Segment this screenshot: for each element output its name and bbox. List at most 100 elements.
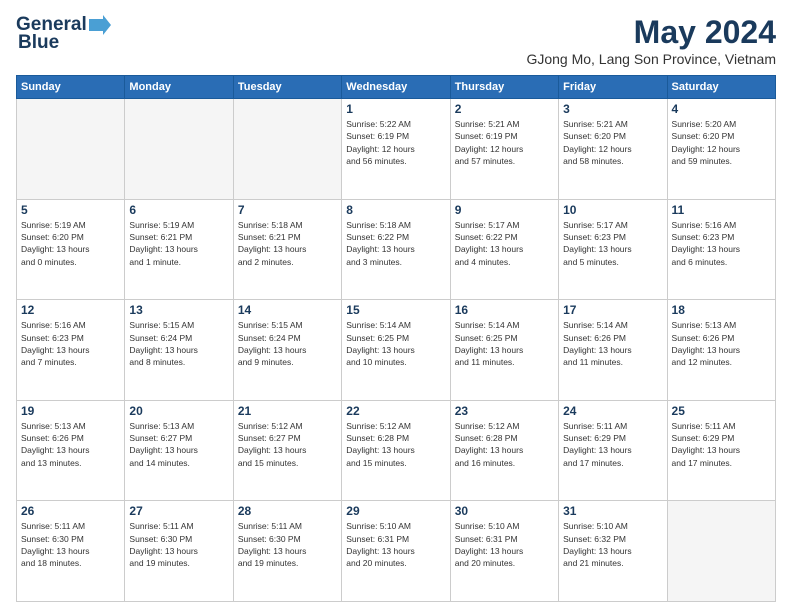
day-number: 8 (346, 203, 445, 217)
day-number: 19 (21, 404, 120, 418)
calendar-cell: 21Sunrise: 5:12 AMSunset: 6:27 PMDayligh… (233, 400, 341, 501)
week-row-3: 12 Sunrise: 5:16 AMSunset: 6:23 PMDayligh… (17, 300, 776, 401)
calendar-cell: 17Sunrise: 5:14 AMSunset: 6:26 PMDayligh… (559, 300, 667, 401)
day-info: Sunrise: 5:17 AMSunset: 6:22 PMDaylight:… (455, 219, 554, 268)
calendar-cell: 16Sunrise: 5:14 AMSunset: 6:25 PMDayligh… (450, 300, 558, 401)
day-number: 2 (455, 102, 554, 116)
day-info: Sunrise: 5:11 AMSunset: 6:29 PMDaylight:… (563, 420, 662, 469)
page: General Blue May 2024 GJong Mo, Lang Son… (0, 0, 792, 612)
calendar-cell (667, 501, 775, 602)
calendar-cell: 10 Sunrise: 5:17 AMSunset: 6:23 PMDayligh… (559, 199, 667, 300)
day-info: Sunrise: 5:13 AMSunset: 6:26 PMDaylight:… (21, 420, 120, 469)
day-number: 23 (455, 404, 554, 418)
day-info: Sunrise: 5:14 AMSunset: 6:25 PMDaylight:… (346, 319, 445, 368)
calendar-cell: 23 Sunrise: 5:12 AMSunset: 6:28 PMDayligh… (450, 400, 558, 501)
day-number: 10 (563, 203, 662, 217)
day-number: 4 (672, 102, 771, 116)
weekday-header-friday: Friday (559, 76, 667, 99)
day-number: 21 (238, 404, 337, 418)
calendar-cell: 26Sunrise: 5:11 AMSunset: 6:30 PMDayligh… (17, 501, 125, 602)
calendar-cell (17, 99, 125, 200)
day-number: 7 (238, 203, 337, 217)
day-info: Sunrise: 5:21 AMSunset: 6:20 PMDaylight:… (563, 118, 662, 167)
day-number: 28 (238, 504, 337, 518)
calendar-cell (233, 99, 341, 200)
day-number: 24 (563, 404, 662, 418)
day-info: Sunrise: 5:16 AMSunset: 6:23 PMDaylight:… (672, 219, 771, 268)
day-info: Sunrise: 5:10 AMSunset: 6:32 PMDaylight:… (563, 520, 662, 569)
day-info: Sunrise: 5:13 AMSunset: 6:27 PMDaylight:… (129, 420, 228, 469)
calendar-cell: 20 Sunrise: 5:13 AMSunset: 6:27 PMDayligh… (125, 400, 233, 501)
weekday-header-row: SundayMondayTuesdayWednesdayThursdayFrid… (17, 76, 776, 99)
calendar-cell: 25Sunrise: 5:11 AMSunset: 6:29 PMDayligh… (667, 400, 775, 501)
calendar-cell: 4 Sunrise: 5:20 AMSunset: 6:20 PMDaylight… (667, 99, 775, 200)
week-row-2: 5Sunrise: 5:19 AMSunset: 6:20 PMDaylight… (17, 199, 776, 300)
day-info: Sunrise: 5:20 AMSunset: 6:20 PMDaylight:… (672, 118, 771, 167)
calendar-cell: 5Sunrise: 5:19 AMSunset: 6:20 PMDaylight… (17, 199, 125, 300)
day-info: Sunrise: 5:10 AMSunset: 6:31 PMDaylight:… (455, 520, 554, 569)
header: General Blue May 2024 GJong Mo, Lang Son… (16, 14, 776, 67)
calendar-cell: 24 Sunrise: 5:11 AMSunset: 6:29 PMDayligh… (559, 400, 667, 501)
day-info: Sunrise: 5:21 AMSunset: 6:19 PMDaylight:… (455, 118, 554, 167)
weekday-header-monday: Monday (125, 76, 233, 99)
calendar-cell: 28 Sunrise: 5:11 AMSunset: 6:30 PMDayligh… (233, 501, 341, 602)
day-number: 26 (21, 504, 120, 518)
calendar-cell: 30 Sunrise: 5:10 AMSunset: 6:31 PMDayligh… (450, 501, 558, 602)
calendar-cell (125, 99, 233, 200)
day-info: Sunrise: 5:14 AMSunset: 6:26 PMDaylight:… (563, 319, 662, 368)
calendar-cell: 11 Sunrise: 5:16 AMSunset: 6:23 PMDayligh… (667, 199, 775, 300)
day-number: 14 (238, 303, 337, 317)
day-number: 12 (21, 303, 120, 317)
day-number: 30 (455, 504, 554, 518)
weekday-header-saturday: Saturday (667, 76, 775, 99)
week-row-4: 19 Sunrise: 5:13 AMSunset: 6:26 PMDayligh… (17, 400, 776, 501)
calendar-cell: 31 Sunrise: 5:10 AMSunset: 6:32 PMDayligh… (559, 501, 667, 602)
calendar-cell: 1 Sunrise: 5:22 AMSunset: 6:19 PMDaylight… (342, 99, 450, 200)
day-info: Sunrise: 5:10 AMSunset: 6:31 PMDaylight:… (346, 520, 445, 569)
day-info: Sunrise: 5:22 AMSunset: 6:19 PMDaylight:… (346, 118, 445, 167)
day-info: Sunrise: 5:15 AMSunset: 6:24 PMDaylight:… (129, 319, 228, 368)
calendar-cell: 3 Sunrise: 5:21 AMSunset: 6:20 PMDaylight… (559, 99, 667, 200)
calendar-cell: 9 Sunrise: 5:17 AMSunset: 6:22 PMDaylight… (450, 199, 558, 300)
calendar-cell: 18 Sunrise: 5:13 AMSunset: 6:26 PMDayligh… (667, 300, 775, 401)
day-info: Sunrise: 5:16 AMSunset: 6:23 PMDaylight:… (21, 319, 120, 368)
calendar-cell: 14 Sunrise: 5:15 AMSunset: 6:24 PMDayligh… (233, 300, 341, 401)
logo: General Blue (16, 14, 111, 54)
day-number: 9 (455, 203, 554, 217)
weekday-header-wednesday: Wednesday (342, 76, 450, 99)
calendar-cell: 19 Sunrise: 5:13 AMSunset: 6:26 PMDayligh… (17, 400, 125, 501)
day-number: 3 (563, 102, 662, 116)
calendar-cell: 7 Sunrise: 5:18 AMSunset: 6:21 PMDaylight… (233, 199, 341, 300)
calendar-cell: 8Sunrise: 5:18 AMSunset: 6:22 PMDaylight… (342, 199, 450, 300)
logo-arrow-icon (89, 15, 111, 35)
day-number: 1 (346, 102, 445, 116)
day-info: Sunrise: 5:19 AMSunset: 6:21 PMDaylight:… (129, 219, 228, 268)
day-number: 15 (346, 303, 445, 317)
day-number: 18 (672, 303, 771, 317)
day-number: 11 (672, 203, 771, 217)
calendar-cell: 2 Sunrise: 5:21 AMSunset: 6:19 PMDaylight… (450, 99, 558, 200)
weekday-header-tuesday: Tuesday (233, 76, 341, 99)
day-info: Sunrise: 5:11 AMSunset: 6:30 PMDaylight:… (129, 520, 228, 569)
day-number: 16 (455, 303, 554, 317)
day-number: 31 (563, 504, 662, 518)
day-number: 22 (346, 404, 445, 418)
calendar-cell: 13Sunrise: 5:15 AMSunset: 6:24 PMDayligh… (125, 300, 233, 401)
weekday-header-thursday: Thursday (450, 76, 558, 99)
day-info: Sunrise: 5:18 AMSunset: 6:21 PMDaylight:… (238, 219, 337, 268)
day-number: 20 (129, 404, 228, 418)
calendar-cell: 15 Sunrise: 5:14 AMSunset: 6:25 PMDayligh… (342, 300, 450, 401)
day-info: Sunrise: 5:12 AMSunset: 6:28 PMDaylight:… (455, 420, 554, 469)
day-number: 27 (129, 504, 228, 518)
day-number: 6 (129, 203, 228, 217)
day-number: 29 (346, 504, 445, 518)
day-info: Sunrise: 5:15 AMSunset: 6:24 PMDaylight:… (238, 319, 337, 368)
day-number: 5 (21, 203, 120, 217)
day-info: Sunrise: 5:17 AMSunset: 6:23 PMDaylight:… (563, 219, 662, 268)
day-number: 25 (672, 404, 771, 418)
day-info: Sunrise: 5:12 AMSunset: 6:28 PMDaylight:… (346, 420, 445, 469)
day-info: Sunrise: 5:11 AMSunset: 6:30 PMDaylight:… (238, 520, 337, 569)
title-block: May 2024 GJong Mo, Lang Son Province, Vi… (526, 14, 776, 67)
week-row-5: 26 Sunrise: 5:11 AMSunset: 6:30 PMDayligh… (17, 501, 776, 602)
day-info: Sunrise: 5:13 AMSunset: 6:26 PMDaylight:… (672, 319, 771, 368)
